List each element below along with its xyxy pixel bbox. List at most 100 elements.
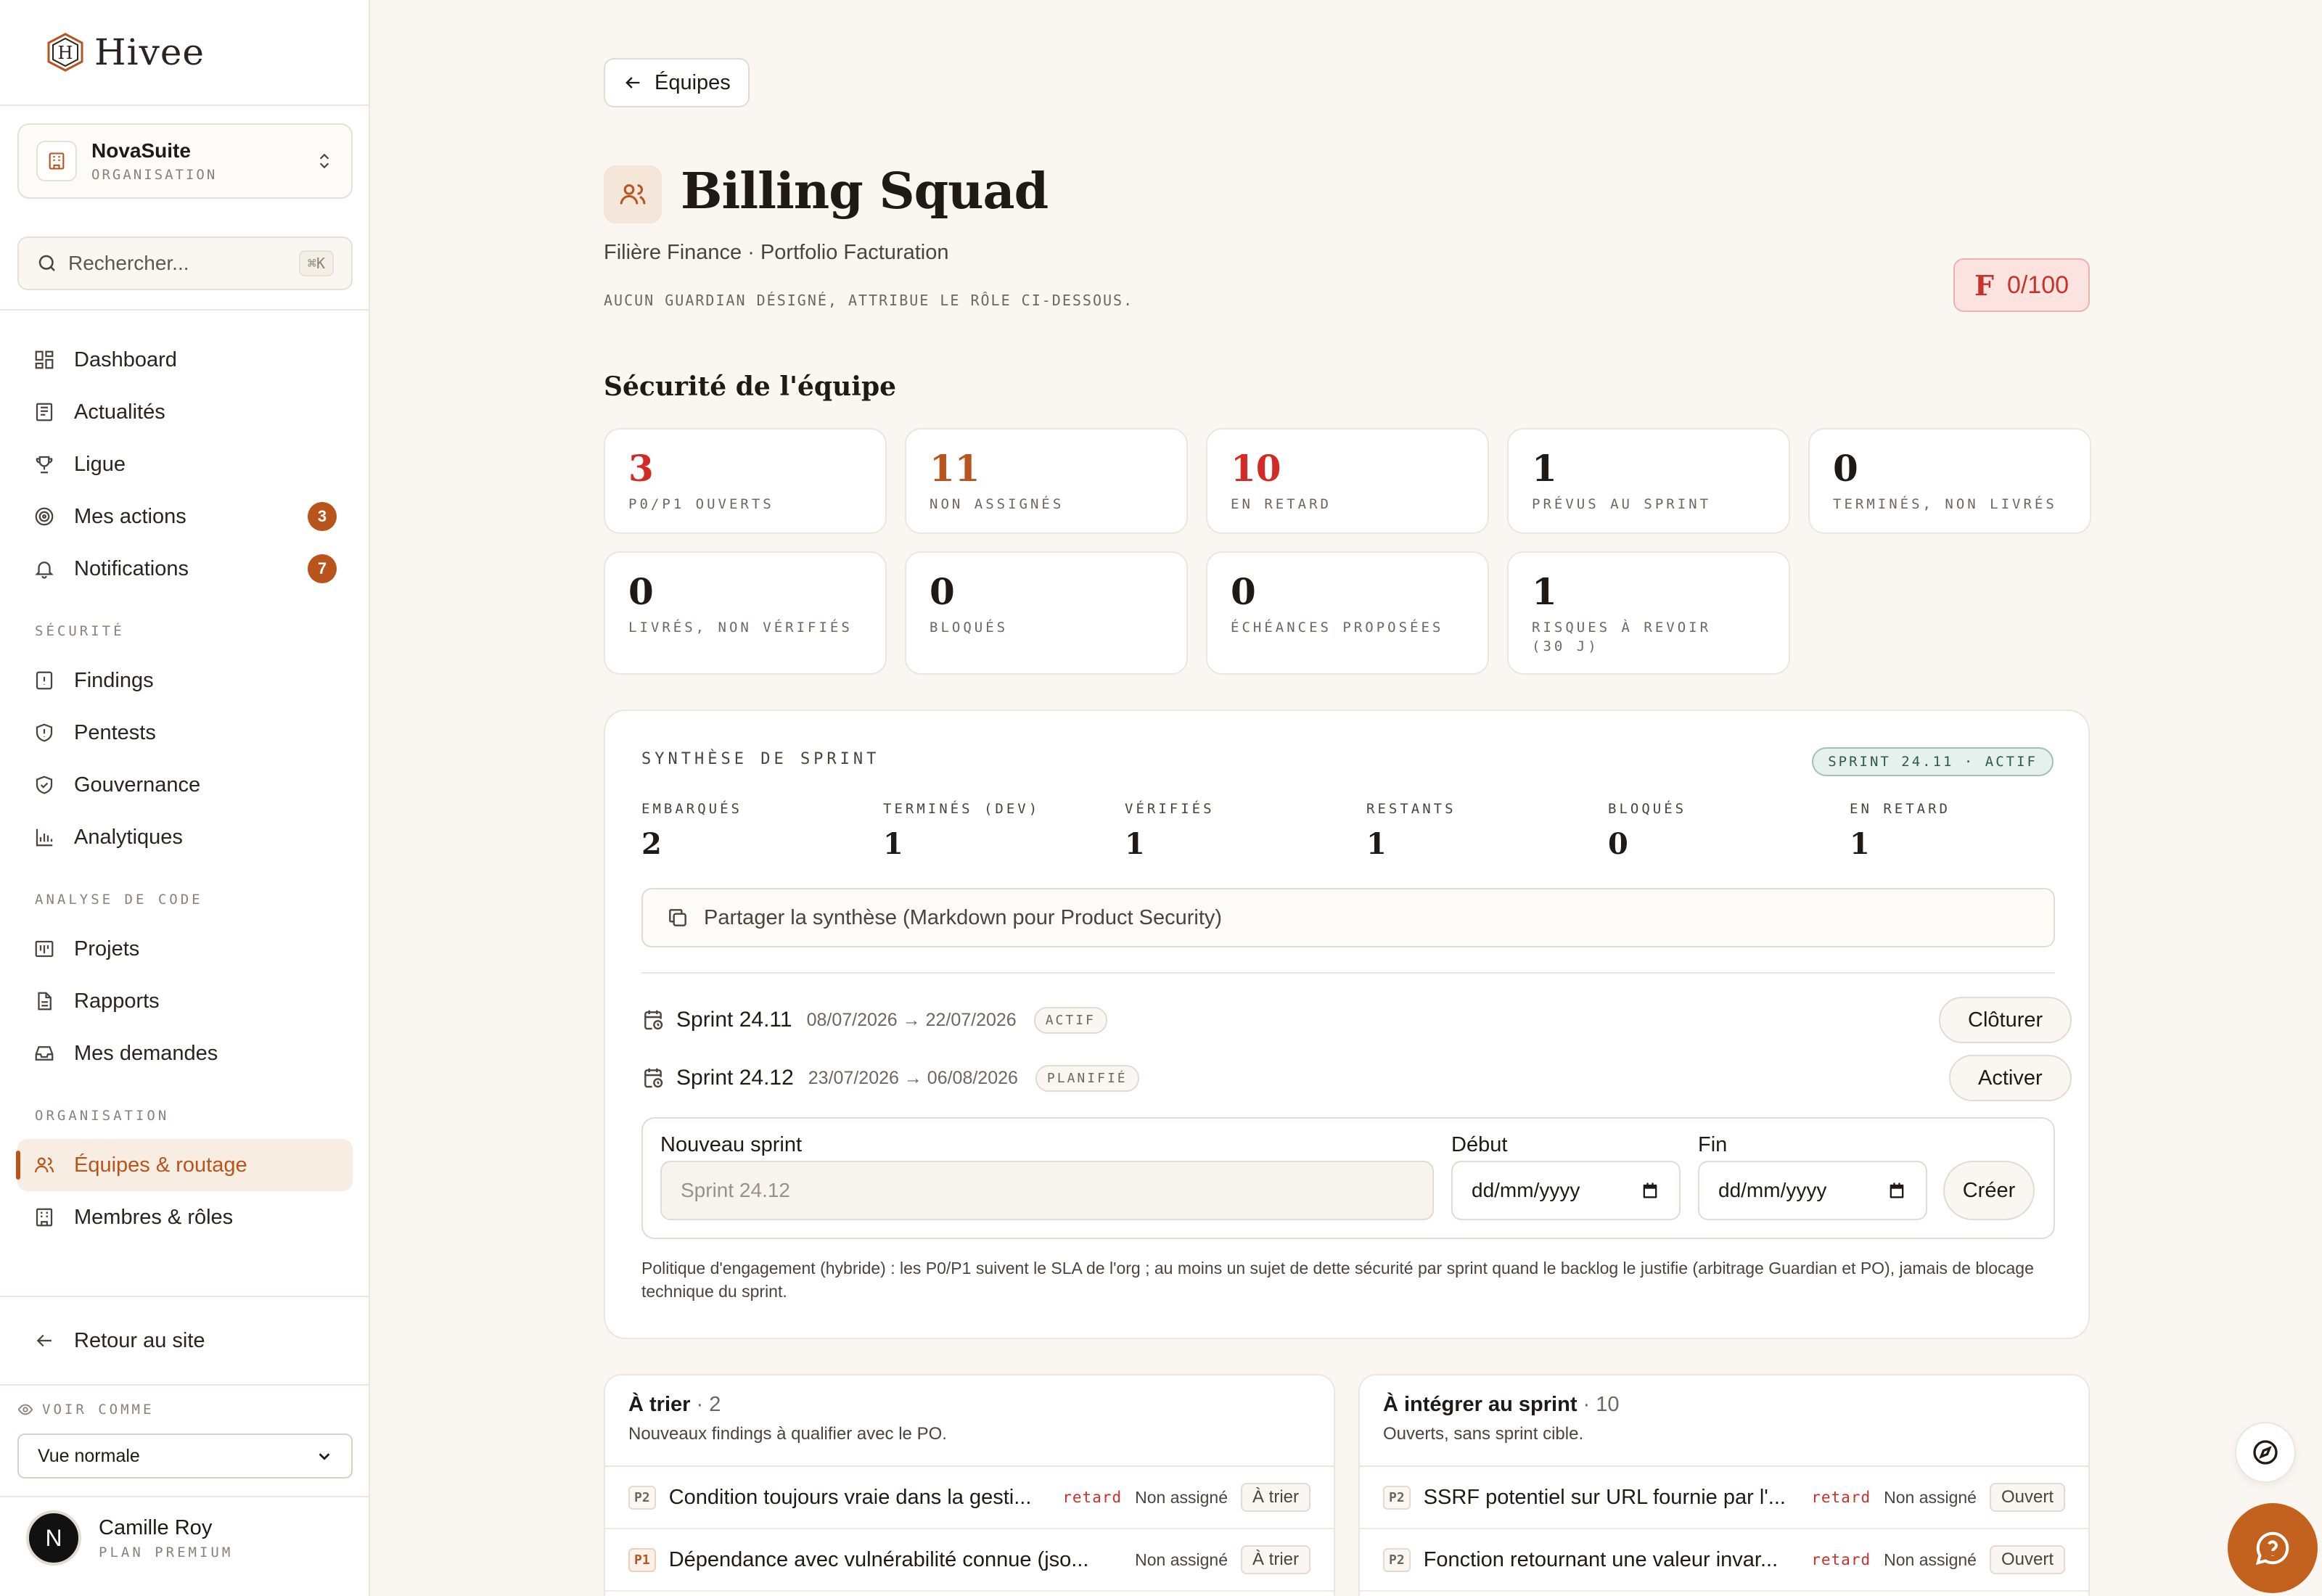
create-sprint-button[interactable]: Créer [1943, 1161, 2035, 1220]
nav-findings[interactable]: Findings [17, 654, 353, 707]
start-date-label: Début [1451, 1133, 1508, 1156]
divider [0, 104, 369, 106]
kanban-icon [35, 940, 54, 958]
search-input[interactable]: Rechercher... ⌘K [17, 236, 353, 290]
stat-card[interactable]: 11 NON ASSIGNÉS [905, 428, 1188, 534]
stat-card[interactable]: 10 EN RETARD [1206, 428, 1489, 534]
list-item[interactable]: P2 Condition toujours vraie dans la gest… [605, 1467, 1334, 1529]
trophy-icon [36, 456, 53, 474]
status-badge: Ouvert [1989, 1545, 2065, 1574]
stat-card[interactable]: 0 BLOQUÉS [905, 551, 1188, 675]
stat-card[interactable]: 0 ÉCHÉANCES PROPOSÉES [1206, 551, 1489, 675]
list-title: À intégrer au sprint · 10 [1383, 1393, 2065, 1417]
nav-pentests[interactable]: Pentests [17, 707, 353, 759]
stat-label: LIVRÉS, NON VÉRIFIÉS [628, 620, 853, 635]
nav-equipes-routage[interactable]: Équipes & routage [16, 1139, 353, 1191]
nav-dashboard[interactable]: Dashboard [17, 334, 353, 386]
close-sprint-button[interactable]: Clôturer [1939, 997, 2072, 1043]
metric-value: 0 [1608, 827, 1628, 861]
nav-label: Dashboard [74, 347, 177, 371]
user-name: Camille Roy [99, 1515, 213, 1539]
stat-card[interactable]: 1 RISQUES À REVOIR (30 J) [1507, 551, 1790, 675]
nav-mes-demandes[interactable]: Mes demandes [17, 1027, 353, 1079]
share-summary-button[interactable]: Partager la synthèse (Markdown pour Prod… [641, 888, 2055, 947]
chevron-down-icon [319, 1453, 330, 1460]
sprint-name: Sprint 24.11 [676, 1008, 792, 1032]
stat-card[interactable]: 1 PRÉVUS AU SPRINT [1507, 428, 1790, 534]
back-to-site-link[interactable]: Retour au site [17, 1315, 353, 1367]
building-icon [36, 1208, 53, 1227]
start-date-input[interactable]: dd/mm/yyyy [1451, 1161, 1681, 1220]
stat-card[interactable]: 0 LIVRÉS, NON VÉRIFIÉS [604, 551, 887, 675]
org-type: ORGANISATION [91, 167, 218, 183]
nav-mes-actions[interactable]: Mes actions 3 [17, 490, 353, 543]
stat-card[interactable]: 0 TERMINÉS, NON LIVRÉS [1808, 428, 2091, 534]
avatar: N [26, 1510, 81, 1566]
late-tag: retard [1811, 1489, 1871, 1506]
list-count: · 2 [690, 1393, 721, 1416]
sprint-metric: VÉRIFIÉS 1 [1125, 801, 1215, 861]
calendar-icon [1890, 1182, 1904, 1198]
new-sprint-name-input[interactable]: Sprint 24.12 [660, 1161, 1434, 1220]
sidebar: H Hivee NovaSuite ORGANISATION Recherche… [0, 0, 370, 1596]
nav-projets[interactable]: Projets [17, 923, 353, 975]
finding-title: Condition toujours vraie dans la gesti..… [668, 1485, 1032, 1509]
sprint-status: PLANIFIÉ [1035, 1064, 1139, 1092]
list-title: À trier · 2 [628, 1393, 1310, 1417]
stat-value: 0 [930, 570, 955, 613]
list-title-text: À intégrer au sprint [1383, 1393, 1578, 1416]
users-icon [35, 1157, 54, 1173]
stat-label: NON ASSIGNÉS [930, 496, 1064, 512]
stat-label: PRÉVUS AU SPRINT [1532, 496, 1712, 512]
stat-card[interactable]: 3 P0/P1 OUVERTS [604, 428, 887, 534]
copy-icon [669, 909, 686, 926]
user-profile[interactable]: N Camille Roy PLAN PREMIUM [26, 1510, 233, 1566]
back-to-teams-button[interactable]: Équipes [604, 58, 750, 107]
assignee: Non assigné [1135, 1550, 1228, 1569]
compass-button[interactable] [2235, 1422, 2296, 1483]
list-item[interactable]: P2 Fonction retournant une valeur invar.… [1360, 1529, 2088, 1592]
stat-value: 0 [1833, 447, 1858, 490]
activate-sprint-button[interactable]: Activer [1949, 1055, 2072, 1101]
org-name: NovaSuite [91, 139, 191, 162]
nav-analytiques[interactable]: Analytiques [17, 811, 353, 863]
team-subtitle: Filière Finance · Portfolio Facturation [604, 241, 949, 264]
nav-rapports[interactable]: Rapports [17, 975, 353, 1027]
arrow-left-icon [36, 1334, 52, 1347]
finding-title: Fonction retournant une valeur invar... [1423, 1547, 1779, 1571]
brand-logo[interactable]: H Hivee [46, 29, 205, 75]
metric-value: 2 [641, 827, 662, 861]
sprint-metric: BLOQUÉS 0 [1608, 801, 1686, 861]
metric-value: 1 [883, 827, 903, 861]
org-switcher[interactable]: NovaSuite ORGANISATION [17, 123, 353, 199]
security-grade-badge[interactable]: F 0/100 [1953, 258, 2090, 312]
shield-check-icon [36, 776, 53, 794]
engagement-policy-text: Politique d'engagement (hybride) : les P… [641, 1259, 2034, 1301]
list-count: · 10 [1577, 1393, 1620, 1416]
nav-label: Retour au site [74, 1328, 205, 1352]
list-item[interactable]: P2 SSRF potentiel sur URL fournie par l'… [1360, 1467, 2088, 1529]
bell-icon [35, 562, 54, 579]
nav-gouvernance[interactable]: Gouvernance [17, 759, 353, 811]
list-subtitle: Nouveaux findings à qualifier avec le PO… [628, 1424, 947, 1444]
view-as-select[interactable]: Vue normale [17, 1433, 353, 1478]
users-icon [604, 165, 662, 223]
shield-alert-icon [36, 723, 53, 742]
nav-label: Actualités [74, 400, 165, 424]
nav-notifications[interactable]: Notifications 7 [17, 543, 353, 595]
end-date-input[interactable]: dd/mm/yyyy [1698, 1161, 1927, 1220]
nav-label: Équipes & routage [74, 1153, 247, 1177]
nav-label: Mes actions [74, 504, 186, 528]
input-placeholder: Sprint 24.12 [681, 1179, 790, 1201]
help-chat-button[interactable] [2228, 1503, 2318, 1593]
nav-label: Projets [74, 937, 140, 961]
nav-actualites[interactable]: Actualités [17, 386, 353, 438]
nav-membres-roles[interactable]: Membres & rôles [17, 1191, 353, 1243]
search-placeholder: Rechercher... [68, 252, 189, 274]
divider [0, 1296, 369, 1297]
file-text-icon [38, 992, 52, 1011]
sprint-row: Sprint 24.11 08/07/2026 → 22/07/2026 ACT… [641, 997, 1107, 1043]
view-as-text: VOIR COMME [42, 1402, 155, 1418]
list-item[interactable]: P1 Dépendance avec vulnérabilité connue … [605, 1529, 1334, 1592]
nav-ligue[interactable]: Ligue [17, 438, 353, 490]
